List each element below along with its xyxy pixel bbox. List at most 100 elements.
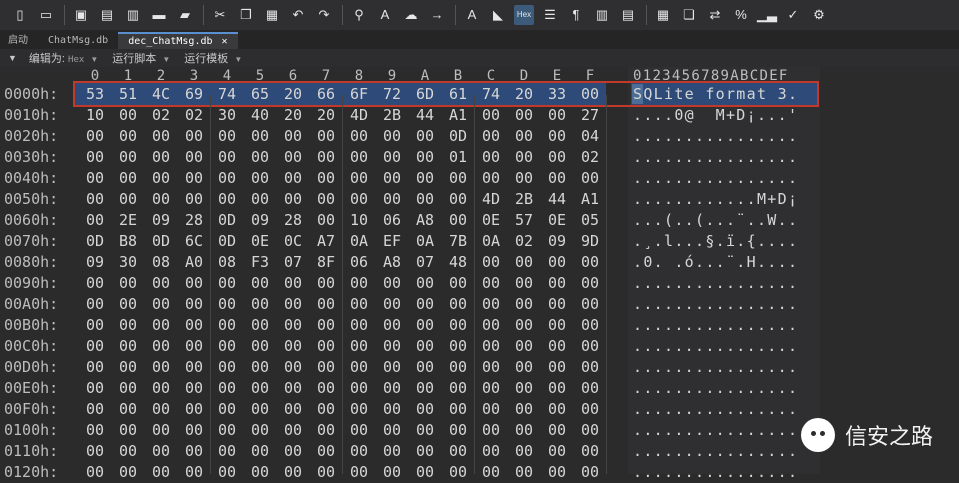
hex-byte[interactable]: 00 [513,126,535,147]
hex-byte[interactable]: A8 [414,210,436,231]
hex-byte[interactable]: 00 [315,273,337,294]
hex-byte[interactable]: 00 [249,126,271,147]
ascii-text[interactable]: ...(..(...¨..W.. [633,210,798,231]
hex-byte[interactable]: 00 [447,210,469,231]
hex-byte[interactable]: 00 [183,441,205,462]
ascii-text[interactable]: ............M+D¡ [633,189,798,210]
spellcheck-icon[interactable]: A [462,5,482,25]
tab-dec-chatmsg-db[interactable]: dec_ChatMsg.db ✕ [118,32,238,49]
hex-byte[interactable]: 0E [480,210,502,231]
hex-byte[interactable]: 00 [150,378,172,399]
hex-byte[interactable]: 00 [513,399,535,420]
hex-byte[interactable]: 00 [381,189,403,210]
macro-icon[interactable]: ⚙ [809,5,829,25]
hex-byte[interactable]: 00 [348,126,370,147]
hex-byte[interactable]: 00 [414,294,436,315]
hex-byte[interactable]: 00 [579,273,601,294]
hex-byte[interactable]: 74 [216,84,238,105]
hex-byte[interactable]: 00 [546,378,568,399]
hex-byte[interactable]: 00 [117,336,139,357]
hex-byte[interactable]: 00 [513,357,535,378]
hex-byte[interactable]: 00 [315,147,337,168]
hex-byte[interactable]: 00 [117,420,139,441]
hex-byte[interactable]: 00 [381,273,403,294]
hex-byte[interactable]: 4C [150,84,172,105]
undo-icon[interactable]: ↶ [288,5,308,25]
hex-byte[interactable]: 00 [546,294,568,315]
ascii-text[interactable]: ................ [633,378,798,399]
hex-byte[interactable]: 00 [381,378,403,399]
hex-byte[interactable]: 00 [480,126,502,147]
hex-byte[interactable]: 00 [480,420,502,441]
hex-byte[interactable]: 00 [447,399,469,420]
hex-byte[interactable]: 40 [249,105,271,126]
hex-byte[interactable]: 00 [84,378,106,399]
hex-byte[interactable]: 00 [381,462,403,483]
hex-byte[interactable]: 00 [117,273,139,294]
hex-byte[interactable]: 00 [282,420,304,441]
hex-byte[interactable]: 00 [150,189,172,210]
hex-byte[interactable]: 00 [414,126,436,147]
hex-byte[interactable]: 00 [282,441,304,462]
folder-icon[interactable]: ▬ [149,5,169,25]
hex-byte[interactable]: 02 [513,231,535,252]
hex-byte[interactable]: 00 [480,441,502,462]
hex-byte[interactable]: 48 [447,252,469,273]
hex-byte[interactable]: 00 [117,189,139,210]
hex-byte[interactable]: 00 [348,336,370,357]
hex-byte[interactable]: 05 [579,210,601,231]
hex-byte[interactable]: 00 [282,126,304,147]
hex-byte[interactable]: 00 [84,189,106,210]
hex-byte[interactable]: 00 [249,441,271,462]
hex-byte[interactable]: 00 [348,441,370,462]
hex-byte[interactable]: 06 [348,252,370,273]
find-in-files-icon[interactable]: ☁ [401,5,421,25]
hex-byte[interactable]: 00 [282,273,304,294]
ascii-text[interactable]: .¸.l...§.ï.{.... [633,231,798,252]
hex-byte[interactable]: 00 [546,168,568,189]
hex-byte[interactable]: 00 [249,336,271,357]
hex-byte[interactable]: 00 [315,126,337,147]
hex-byte[interactable]: 30 [117,252,139,273]
hex-byte[interactable]: 2B [513,189,535,210]
hex-byte[interactable]: 00 [579,294,601,315]
hex-byte[interactable]: 00 [513,294,535,315]
hex-byte[interactable]: 00 [117,147,139,168]
hex-byte[interactable]: 00 [249,168,271,189]
hex-byte[interactable]: 00 [348,147,370,168]
hex-byte[interactable]: 00 [414,378,436,399]
hex-byte[interactable]: 00 [579,252,601,273]
hex-byte[interactable]: 0D [84,231,106,252]
hex-byte[interactable]: 00 [216,189,238,210]
hex-byte[interactable]: 00 [579,315,601,336]
hex-byte[interactable]: 00 [84,168,106,189]
hex-byte[interactable]: 00 [249,462,271,483]
hex-byte[interactable]: 00 [84,336,106,357]
hex-byte[interactable]: 00 [414,441,436,462]
save-all-icon[interactable]: ▥ [123,5,143,25]
hex-byte[interactable]: 10 [84,105,106,126]
hex-byte[interactable]: 00 [414,273,436,294]
hex-byte[interactable]: 00 [381,168,403,189]
hex-byte[interactable]: 66 [315,84,337,105]
hex-byte[interactable]: 00 [282,399,304,420]
hex-byte[interactable]: 00 [183,315,205,336]
hex-byte[interactable]: 51 [117,84,139,105]
save-icon[interactable]: ▣ [71,5,91,25]
hex-byte[interactable]: 00 [84,294,106,315]
hex-byte[interactable]: 00 [282,357,304,378]
hex-byte[interactable]: 00 [183,189,205,210]
hex-byte[interactable]: B8 [117,231,139,252]
hex-byte[interactable]: 2B [381,105,403,126]
hex-byte[interactable]: 00 [117,462,139,483]
hex-byte[interactable]: 00 [150,147,172,168]
hex-byte[interactable]: 00 [480,357,502,378]
hex-byte[interactable]: 00 [84,147,106,168]
hex-byte[interactable]: 00 [480,378,502,399]
hex-byte[interactable]: 00 [546,147,568,168]
hex-byte[interactable]: 00 [249,273,271,294]
hex-byte[interactable]: 00 [150,441,172,462]
hex-byte[interactable]: 57 [513,210,535,231]
hex-byte[interactable]: 00 [480,252,502,273]
hex-byte[interactable]: 6D [414,84,436,105]
